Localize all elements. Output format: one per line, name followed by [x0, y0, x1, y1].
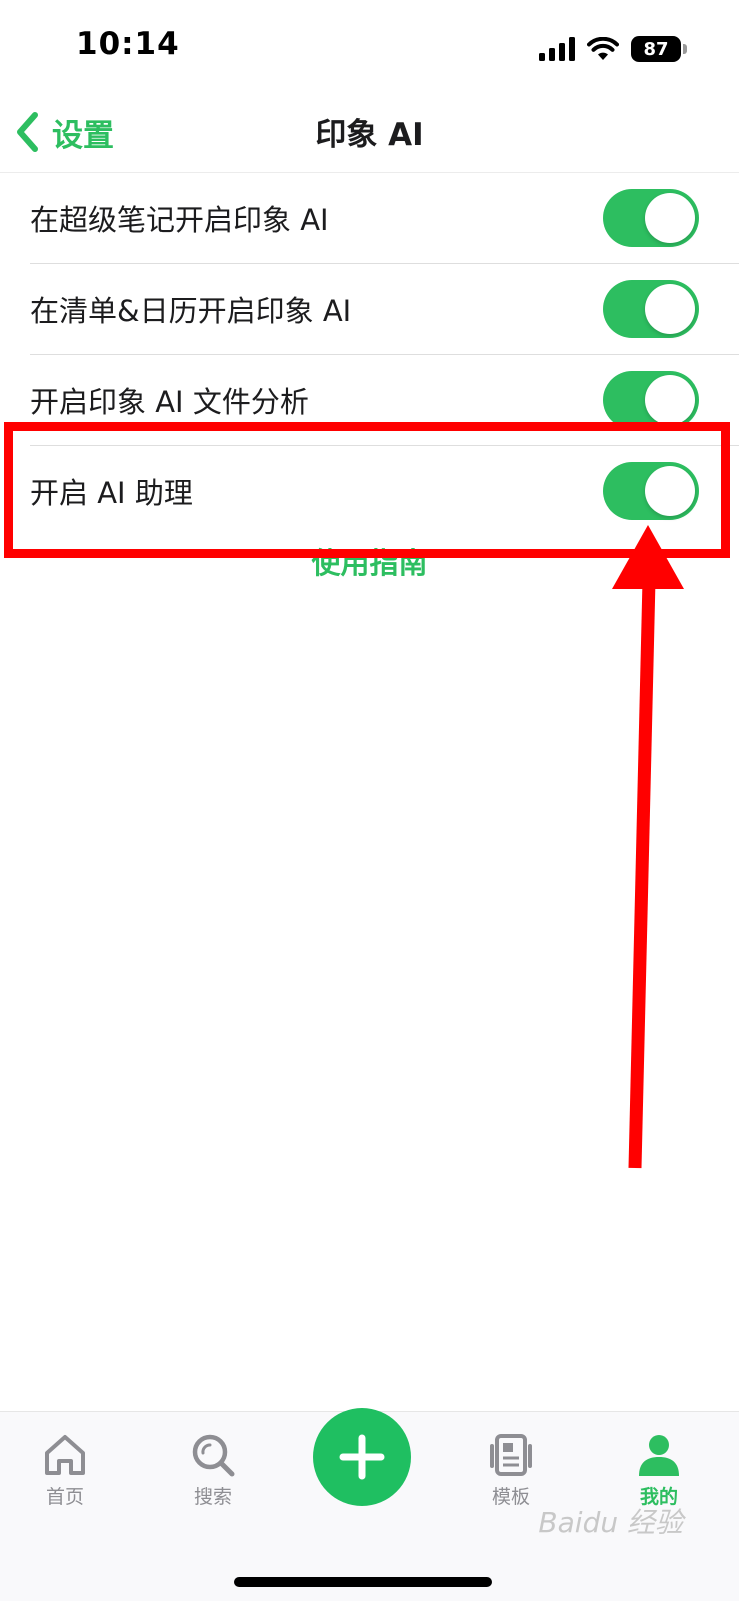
home-icon	[45, 1435, 85, 1475]
add-button[interactable]	[313, 1408, 411, 1506]
home-indicator	[234, 1577, 492, 1587]
search-icon	[192, 1434, 235, 1477]
tab-label: 模板	[491, 1486, 530, 1508]
tab-label: 搜索	[193, 1486, 232, 1508]
tab-home[interactable]: 首页	[10, 1432, 120, 1509]
person-icon	[639, 1435, 679, 1476]
tab-me[interactable]: 我的	[604, 1432, 714, 1509]
template-icon	[490, 1434, 532, 1476]
watermark: Baidu 经验	[538, 1506, 683, 1539]
tab-label: 首页	[45, 1486, 84, 1508]
tab-bar: 首页 搜索 模板 我的 Baidu 经验	[0, 1408, 739, 1601]
plus-icon	[339, 1434, 385, 1480]
annotation-arrow	[612, 525, 684, 1169]
tab-templates[interactable]: 模板	[456, 1432, 566, 1509]
tab-search[interactable]: 搜索	[158, 1432, 268, 1509]
